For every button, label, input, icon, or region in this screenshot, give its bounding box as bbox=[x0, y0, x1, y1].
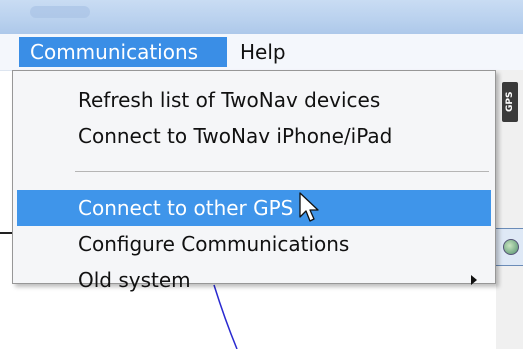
window-titlebar bbox=[0, 0, 523, 35]
menu-item-connect-other-gps[interactable]: Connect to other GPS bbox=[17, 190, 491, 226]
menu-separator bbox=[75, 171, 489, 172]
old-system-label: Old system bbox=[78, 268, 191, 292]
globe-icon[interactable] bbox=[503, 239, 519, 255]
menu-help[interactable]: Help bbox=[229, 37, 299, 67]
menu-communications[interactable]: Communications bbox=[19, 37, 227, 67]
menu-item-old-system[interactable]: Old system bbox=[17, 244, 491, 292]
titlebar-blur bbox=[30, 6, 90, 18]
gps-badge[interactable]: GPS bbox=[502, 82, 518, 122]
menu-item-connect-iphone[interactable]: Connect to TwoNav iPhone/iPad bbox=[17, 118, 491, 154]
right-toolbar bbox=[496, 228, 523, 266]
menu-bar: Communications Help bbox=[0, 34, 523, 71]
menu-item-refresh-devices[interactable]: Refresh list of TwoNav devices bbox=[17, 82, 491, 118]
communications-dropdown: Refresh list of TwoNav devices Connect t… bbox=[12, 70, 496, 292]
submenu-arrow-icon bbox=[471, 275, 477, 285]
mouse-cursor-icon bbox=[299, 192, 319, 222]
